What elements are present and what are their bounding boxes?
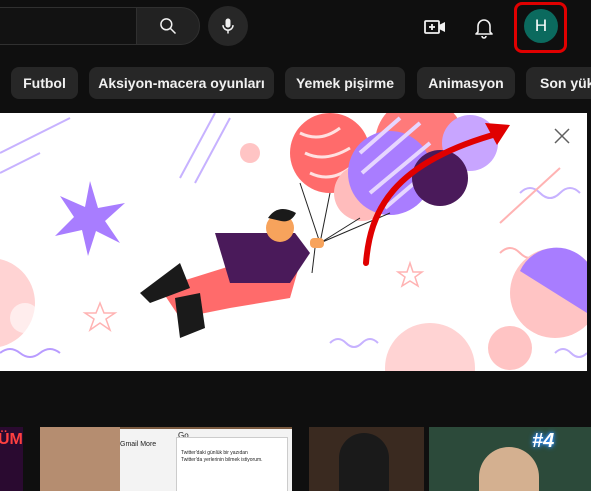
chip-aksiyon-macera[interactable]: Aksiyon-macera oyunları [89,67,274,99]
banner-illustration [0,113,587,371]
thumbnail-text: ÜM [0,431,23,448]
video-thumbnail[interactable]: Go Gmail More Twitter'daki günlük bir ya… [40,427,292,491]
close-icon [554,128,570,144]
chip-yemek-pisirme[interactable]: Yemek pişirme [285,67,405,99]
top-bar: H [0,0,591,56]
tweet-line: Twitter'da yerlerinin bilmek istiyorum. [181,457,263,463]
chip-label: Son yük [540,75,591,91]
chip-label: Yemek pişirme [295,75,395,91]
person-image [339,433,389,491]
face-image [40,427,120,491]
create-button[interactable] [421,13,449,41]
search-button[interactable] [136,7,200,45]
video-thumbnail[interactable]: ÜM [0,427,23,491]
promo-banner [0,113,587,371]
banner-close-button[interactable] [549,123,575,149]
bell-icon [475,19,493,39]
person-image [479,447,539,491]
browser-screenshot: Go Gmail More Twitter'daki günlük bir ya… [120,429,292,491]
microphone-icon [222,18,234,34]
search-icon [160,18,177,35]
chip-futbol[interactable]: Futbol [11,67,78,99]
browser-menu: Gmail More [120,441,157,448]
category-chips-bar: Futbol Aksiyon-macera oyunları Yemek piş… [0,56,591,112]
chip-label: Futbol [23,75,66,91]
video-thumbnail[interactable] [309,427,424,491]
avatar-letter: H [534,16,548,35]
tweet-line: Twitter'daki günlük bir yazıdan [181,450,248,456]
notifications-button[interactable] [470,13,498,41]
chip-label: Aksiyon-macera oyunları [98,75,265,91]
video-camera-plus-icon [424,20,445,34]
video-thumbnail[interactable] [429,427,591,491]
video-thumbnails-row: ÜM Go Gmail More Twitter'daki günlük bir… [0,427,591,491]
voice-search-button[interactable] [208,6,248,46]
chip-label: Animasyon [428,75,504,91]
chip-son-yuklenenler[interactable]: Son yük [526,67,591,99]
episode-badge: #4 [532,430,555,452]
search-input[interactable] [0,7,136,45]
chip-animasyon[interactable]: Animasyon [417,67,515,99]
account-avatar[interactable]: H [524,9,558,43]
tweet-card: Twitter'daki günlük bir yazıdan Twitter'… [176,437,288,491]
